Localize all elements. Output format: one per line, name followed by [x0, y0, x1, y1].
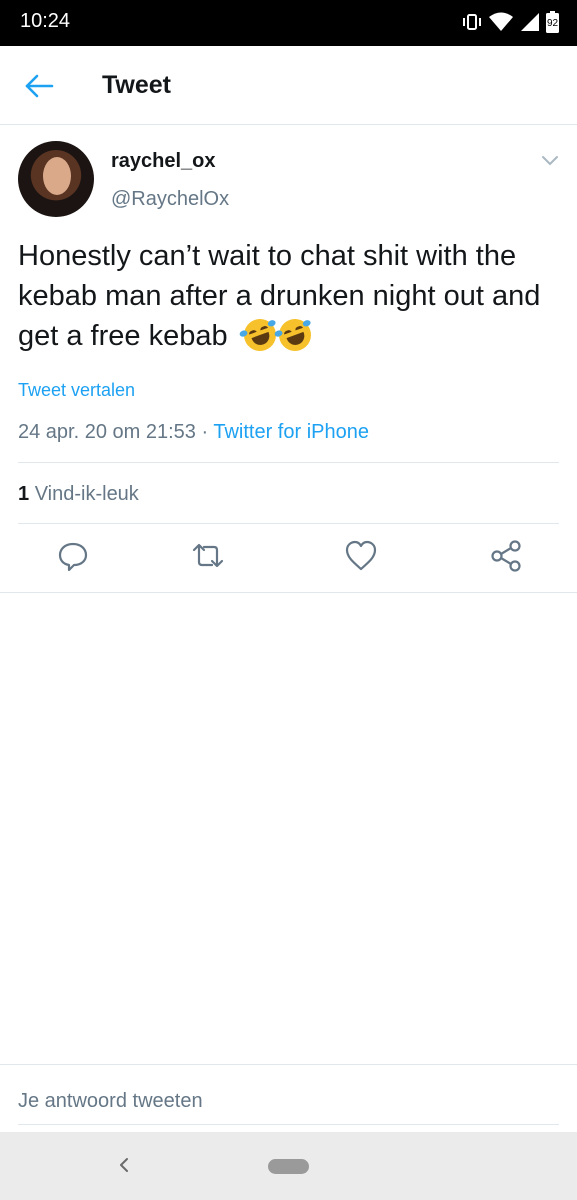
vibrate-icon: [463, 14, 481, 30]
rolling-on-floor-laughing-emoji: [273, 314, 316, 356]
reply-bar[interactable]: Je antwoord tweeten: [0, 1064, 577, 1133]
avatar[interactable]: [18, 141, 94, 217]
system-nav-bar: [0, 1132, 577, 1200]
tweet-source-link[interactable]: Twitter for iPhone: [213, 421, 369, 443]
back-arrow-icon[interactable]: [24, 73, 54, 99]
tweet-timestamp: 24 apr. 20 om 21:53: [18, 421, 196, 443]
svg-text:x: x: [506, 14, 510, 23]
reply-icon[interactable]: [55, 538, 91, 574]
user-handle[interactable]: @RaychelOx: [111, 188, 229, 211]
translate-tweet-link[interactable]: Tweet vertalen: [18, 380, 135, 401]
reply-input-placeholder[interactable]: Je antwoord tweeten: [18, 1090, 203, 1113]
wifi-icon: x: [489, 12, 513, 31]
meta-separator: ·: [195, 421, 214, 443]
status-time: 10:24: [20, 10, 71, 32]
status-bar: 10:24 x 92: [0, 0, 577, 46]
signal-icon: [521, 13, 539, 31]
reply-underline: [18, 1124, 559, 1125]
battery-level: 92: [547, 18, 559, 29]
laughing-emoji-pair: [238, 314, 316, 356]
likes-number: 1: [18, 483, 30, 505]
system-home-pill[interactable]: [268, 1159, 309, 1174]
tweet-text: Honestly can’t wait to chat shit with th…: [18, 236, 548, 356]
divider: [18, 462, 559, 463]
battery-icon: 92: [546, 11, 559, 33]
divider: [0, 592, 577, 593]
top-nav: Tweet: [0, 46, 577, 125]
like-icon[interactable]: [343, 538, 379, 574]
action-bar: [0, 538, 577, 578]
page-title: Tweet: [102, 71, 171, 99]
chevron-down-icon[interactable]: [540, 154, 560, 168]
retweet-icon[interactable]: [190, 538, 226, 574]
status-icons: x 92: [462, 11, 559, 33]
likes-label: Vind-ik-leuk: [34, 483, 139, 505]
display-name[interactable]: raychel_ox: [111, 150, 216, 173]
system-back-icon[interactable]: [117, 1155, 131, 1175]
divider: [18, 523, 559, 524]
share-icon[interactable]: [488, 538, 524, 574]
likes-count[interactable]: 1 Vind-ik-leuk: [18, 483, 139, 506]
tweet-meta: 24 apr. 20 om 21:53 · Twitter for iPhone: [18, 421, 369, 444]
